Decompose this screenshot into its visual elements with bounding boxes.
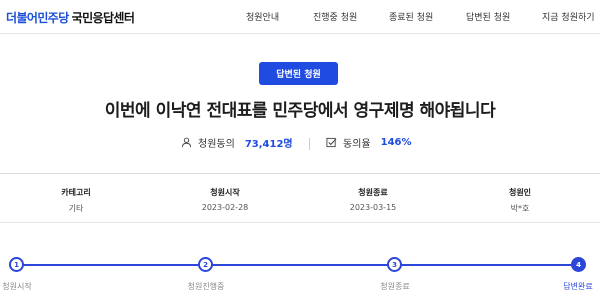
check-square-icon (326, 137, 337, 148)
info-end: 청원종료 2023-03-15 (303, 187, 443, 212)
rate-value: 146% (380, 137, 412, 148)
progress-step-4: 4 (571, 257, 586, 272)
petition-info-table: 카테고리 기타 청원시작 2023-02-28 청원종료 2023-03-15 … (0, 173, 600, 223)
progress-track (17, 264, 579, 266)
progress-step-2: 2 (198, 257, 213, 272)
site-header: 더불어민주당 국민응답센터 청원안내 진행중 청원 종료된 청원 답변된 청원 지… (0, 0, 600, 34)
info-petitioner: 청원인 박*호 (450, 187, 590, 214)
status-badge: 답변된 청원 (259, 62, 338, 85)
rate-label: 동의율 (343, 139, 371, 150)
site-logo[interactable]: 더불어민주당 국민응답센터 (6, 9, 135, 26)
person-icon (181, 137, 192, 148)
petition-stats: 청원동의 73,412명 동의율 146% (0, 135, 600, 155)
nav-ended[interactable]: 종료된 청원 (389, 10, 433, 23)
info-value: 2023-03-15 (349, 203, 397, 212)
progress-step-1: 1 (9, 257, 24, 272)
petition-title: 이번에 이낙연 전대표를 민주당에서 영구제명 해야됩니다 (104, 101, 496, 121)
info-key: 청원시작 (210, 188, 240, 197)
agree-count: 73,412명 (244, 139, 293, 150)
nav-guide[interactable]: 청원안내 (246, 10, 279, 23)
info-key: 청원종료 (358, 188, 388, 197)
info-key: 카테고리 (61, 188, 91, 197)
nav-answered[interactable]: 답변된 청원 (466, 10, 510, 23)
step-label-start: 청원시작 (2, 282, 32, 291)
info-start: 청원시작 2023-02-28 (155, 187, 295, 212)
info-value: 박*호 (510, 204, 530, 213)
info-category: 카테고리 기타 (6, 187, 146, 214)
step-label-answered: 답변완료 (563, 282, 593, 291)
info-key: 청원인 (508, 188, 532, 197)
rate-stat: 동의율 146% (326, 135, 412, 150)
progress-step-3: 3 (387, 257, 402, 272)
step-label-ongoing: 청원진행중 (187, 282, 225, 291)
agree-stat: 청원동의 73,412명 (181, 135, 293, 150)
logo-title: 국민응답센터 (71, 11, 135, 25)
info-value: 2023-02-28 (201, 203, 249, 212)
logo-brand: 더불어민주당 (6, 11, 69, 25)
agree-label: 청원동의 (198, 139, 235, 150)
step-label-ended: 청원종료 (380, 282, 410, 291)
nav-create[interactable]: 지금 청원하기 (542, 10, 595, 23)
nav-ongoing[interactable]: 진행중 청원 (313, 10, 357, 23)
info-value: 기타 (68, 204, 84, 213)
stats-divider (309, 138, 310, 150)
